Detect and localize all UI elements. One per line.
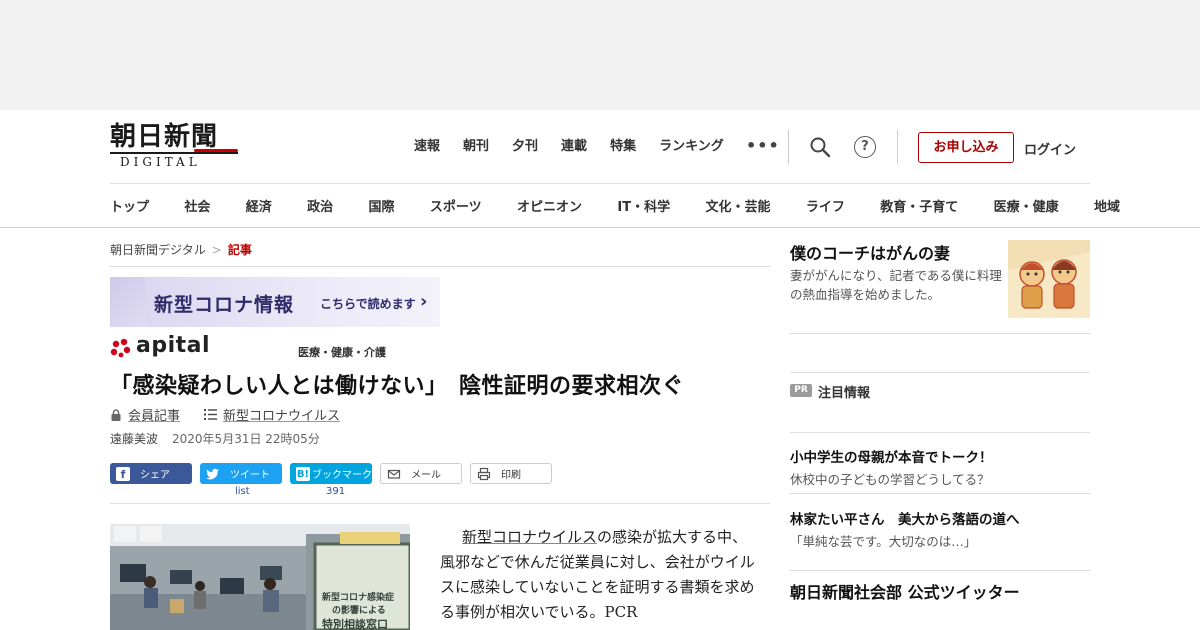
article-meta: 会員記事 新型コロナウイルス bbox=[110, 405, 340, 424]
author-name: 遠藤美波 bbox=[110, 432, 159, 446]
banner-cta: こちらで読めます bbox=[320, 297, 416, 311]
chevron-right-icon: › bbox=[420, 291, 428, 312]
article-photo[interactable]: 新型コロナ感染症 の影響による 特別相談窓口 bbox=[110, 524, 410, 630]
member-article-link[interactable]: 会員記事 bbox=[128, 405, 180, 424]
cat-international[interactable]: 国際 bbox=[369, 196, 395, 215]
publish-date: 2020年5月31日 22時05分 bbox=[172, 432, 320, 446]
logo-text: 朝日新聞 bbox=[110, 122, 219, 152]
covid-info-banner[interactable]: 新型コロナ情報 こちらで読めます › bbox=[110, 277, 440, 327]
breadcrumb-home[interactable]: 朝日新聞デジタル bbox=[110, 243, 206, 257]
apital-name: apital bbox=[136, 333, 211, 358]
printer-icon bbox=[477, 467, 491, 480]
more-menu-icon[interactable]: ••• bbox=[746, 138, 780, 154]
sidebar-feature-desc: 妻ががんになり、記者である僕に料理の熱血指導を始めました。 bbox=[790, 268, 1002, 302]
mail-share-button[interactable]: メール bbox=[380, 463, 462, 484]
breadcrumb: 朝日新聞デジタル > 記事 bbox=[110, 243, 252, 257]
cat-opinion[interactable]: オピニオン bbox=[517, 196, 582, 215]
login-link[interactable]: ログイン bbox=[1024, 139, 1076, 158]
print-button[interactable]: 印刷 bbox=[470, 463, 552, 484]
site-logo[interactable]: 朝日新聞 DIGITAL bbox=[110, 122, 240, 170]
sidebar-feature-title[interactable]: 僕のコーチはがんの妻 bbox=[790, 240, 950, 264]
nav-choukan[interactable]: 朝刊 bbox=[463, 138, 489, 156]
lock-icon bbox=[111, 408, 121, 421]
nav-tokushu[interactable]: 特集 bbox=[610, 138, 636, 156]
search-icon[interactable] bbox=[809, 136, 831, 158]
hatena-icon: B! bbox=[296, 466, 310, 481]
hatena-share-count[interactable]: 391 bbox=[326, 486, 345, 497]
facebook-icon: f bbox=[116, 466, 130, 481]
nav-rensai[interactable]: 連載 bbox=[561, 138, 587, 156]
illustration-couple-icon bbox=[1008, 240, 1090, 318]
sidebar-item-desc: 「単純な芸です。大切なのは…」 bbox=[790, 534, 977, 549]
category-nav: トップ 社会 経済 政治 国際 スポーツ オピニオン IT・科学 文化・芸能 ラ… bbox=[110, 196, 1120, 215]
article-body: 新型コロナウイルスの感染が拡大する中、風邪などで休んだ従業員に対し、会社がウイル… bbox=[440, 528, 755, 621]
pr-section-label: 注目情報 bbox=[818, 386, 871, 401]
site-header: 朝日新聞 DIGITAL 速報 朝刊 夕刊 連載 特集 ランキング ••• ? … bbox=[0, 110, 1200, 228]
cat-culture[interactable]: 文化・芸能 bbox=[705, 196, 770, 215]
twitter-icon bbox=[206, 468, 219, 479]
cat-medical[interactable]: 医療・健康 bbox=[994, 196, 1059, 215]
hatena-bookmark-button[interactable]: B! ブックマーク bbox=[290, 463, 372, 484]
twitter-share-count[interactable]: list bbox=[235, 486, 250, 497]
breadcrumb-current: 記事 bbox=[227, 243, 252, 257]
help-icon[interactable]: ? bbox=[854, 136, 876, 158]
photo-sign-text: 新型コロナ感染症 の影響による 特別相談窓口 bbox=[322, 593, 395, 630]
twitter-share-button[interactable]: ツイート bbox=[200, 463, 282, 484]
signup-button[interactable]: お申し込み bbox=[918, 132, 1014, 163]
body-topic-link[interactable]: 新型コロナウイルス bbox=[462, 528, 597, 546]
section-category: 医療・健康・介護 bbox=[298, 346, 386, 359]
nav-sokuho[interactable]: 速報 bbox=[414, 138, 440, 156]
apital-logo-icon bbox=[110, 338, 131, 358]
logo-subtitle: DIGITAL bbox=[120, 155, 201, 169]
cat-politics[interactable]: 政治 bbox=[307, 196, 333, 215]
top-nav: 速報 朝刊 夕刊 連載 特集 ランキング bbox=[414, 138, 747, 156]
mail-icon bbox=[387, 469, 401, 479]
ad-banner-area bbox=[0, 0, 1200, 110]
divider bbox=[788, 130, 789, 164]
cat-it-science[interactable]: IT・科学 bbox=[617, 196, 670, 215]
sidebar-twitter-title[interactable]: 朝日新聞社会部 公式ツイッター bbox=[790, 579, 1020, 603]
sidebar-item-title[interactable]: 小中学生の母親が本音でトーク！ bbox=[790, 446, 993, 466]
byline: 遠藤美波 2020年5月31日 22時05分 bbox=[110, 430, 320, 447]
cat-economy[interactable]: 経済 bbox=[246, 196, 272, 215]
cat-top[interactable]: トップ bbox=[110, 196, 149, 215]
nav-yuukan[interactable]: 夕刊 bbox=[512, 138, 538, 156]
pr-badge: PR bbox=[790, 384, 812, 397]
banner-title: 新型コロナ情報 bbox=[154, 294, 295, 316]
sidebar-item-title[interactable]: 林家たい平さん 美大から落語の道へ bbox=[790, 508, 1020, 528]
cat-life[interactable]: ライフ bbox=[806, 196, 845, 215]
list-icon bbox=[204, 409, 218, 420]
sidebar-item-desc: 休校中の子どもの学習どうしてる？ bbox=[790, 472, 990, 487]
divider bbox=[897, 130, 898, 164]
sidebar-feature-thumbnail[interactable] bbox=[1008, 240, 1090, 318]
cat-society[interactable]: 社会 bbox=[184, 196, 210, 215]
article-title: 「感染疑わしい人とは働けない」 陰性証明の要求相次ぐ bbox=[110, 374, 685, 399]
topic-link[interactable]: 新型コロナウイルス bbox=[223, 405, 340, 424]
cat-sports[interactable]: スポーツ bbox=[430, 196, 482, 215]
nav-ranking[interactable]: ランキング bbox=[659, 138, 724, 156]
cat-education[interactable]: 教育・子育て bbox=[880, 196, 958, 215]
cat-region[interactable]: 地域 bbox=[1094, 196, 1120, 215]
facebook-share-button[interactable]: f シェア bbox=[110, 463, 192, 484]
